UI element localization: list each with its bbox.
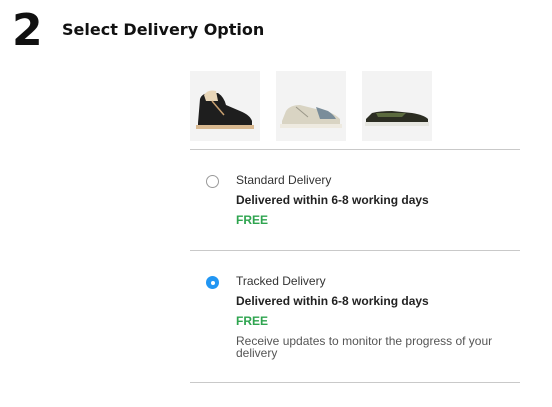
option-note: Receive updates to monitor the progress …	[236, 334, 493, 360]
olive-slip-sneaker-icon	[362, 71, 432, 141]
black-hightop-sneaker-icon	[190, 71, 260, 141]
product-thumbnails	[190, 71, 432, 141]
tracked-delivery-radio[interactable]	[206, 276, 219, 289]
option-price: FREE	[236, 213, 269, 227]
option-price: FREE	[236, 314, 269, 328]
divider-bottom	[190, 382, 520, 383]
step-title: Select Delivery Option	[62, 20, 265, 39]
step-number: 2	[12, 5, 43, 56]
product-thumbnail-1	[190, 71, 260, 141]
option-name: Tracked Delivery	[236, 274, 326, 288]
delivery-option-standard[interactable]: Standard Delivery Delivered within 6-8 w…	[190, 150, 520, 250]
cream-lowtop-sneaker-icon	[276, 71, 346, 141]
option-name: Standard Delivery	[236, 173, 332, 187]
product-thumbnail-3	[362, 71, 432, 141]
standard-delivery-radio[interactable]	[206, 175, 219, 188]
option-delivery-time: Delivered within 6-8 working days	[236, 193, 429, 207]
option-delivery-time: Delivered within 6-8 working days	[236, 294, 429, 308]
product-thumbnail-2	[276, 71, 346, 141]
delivery-option-tracked[interactable]: Tracked Delivery Delivered within 6-8 wo…	[190, 251, 520, 382]
